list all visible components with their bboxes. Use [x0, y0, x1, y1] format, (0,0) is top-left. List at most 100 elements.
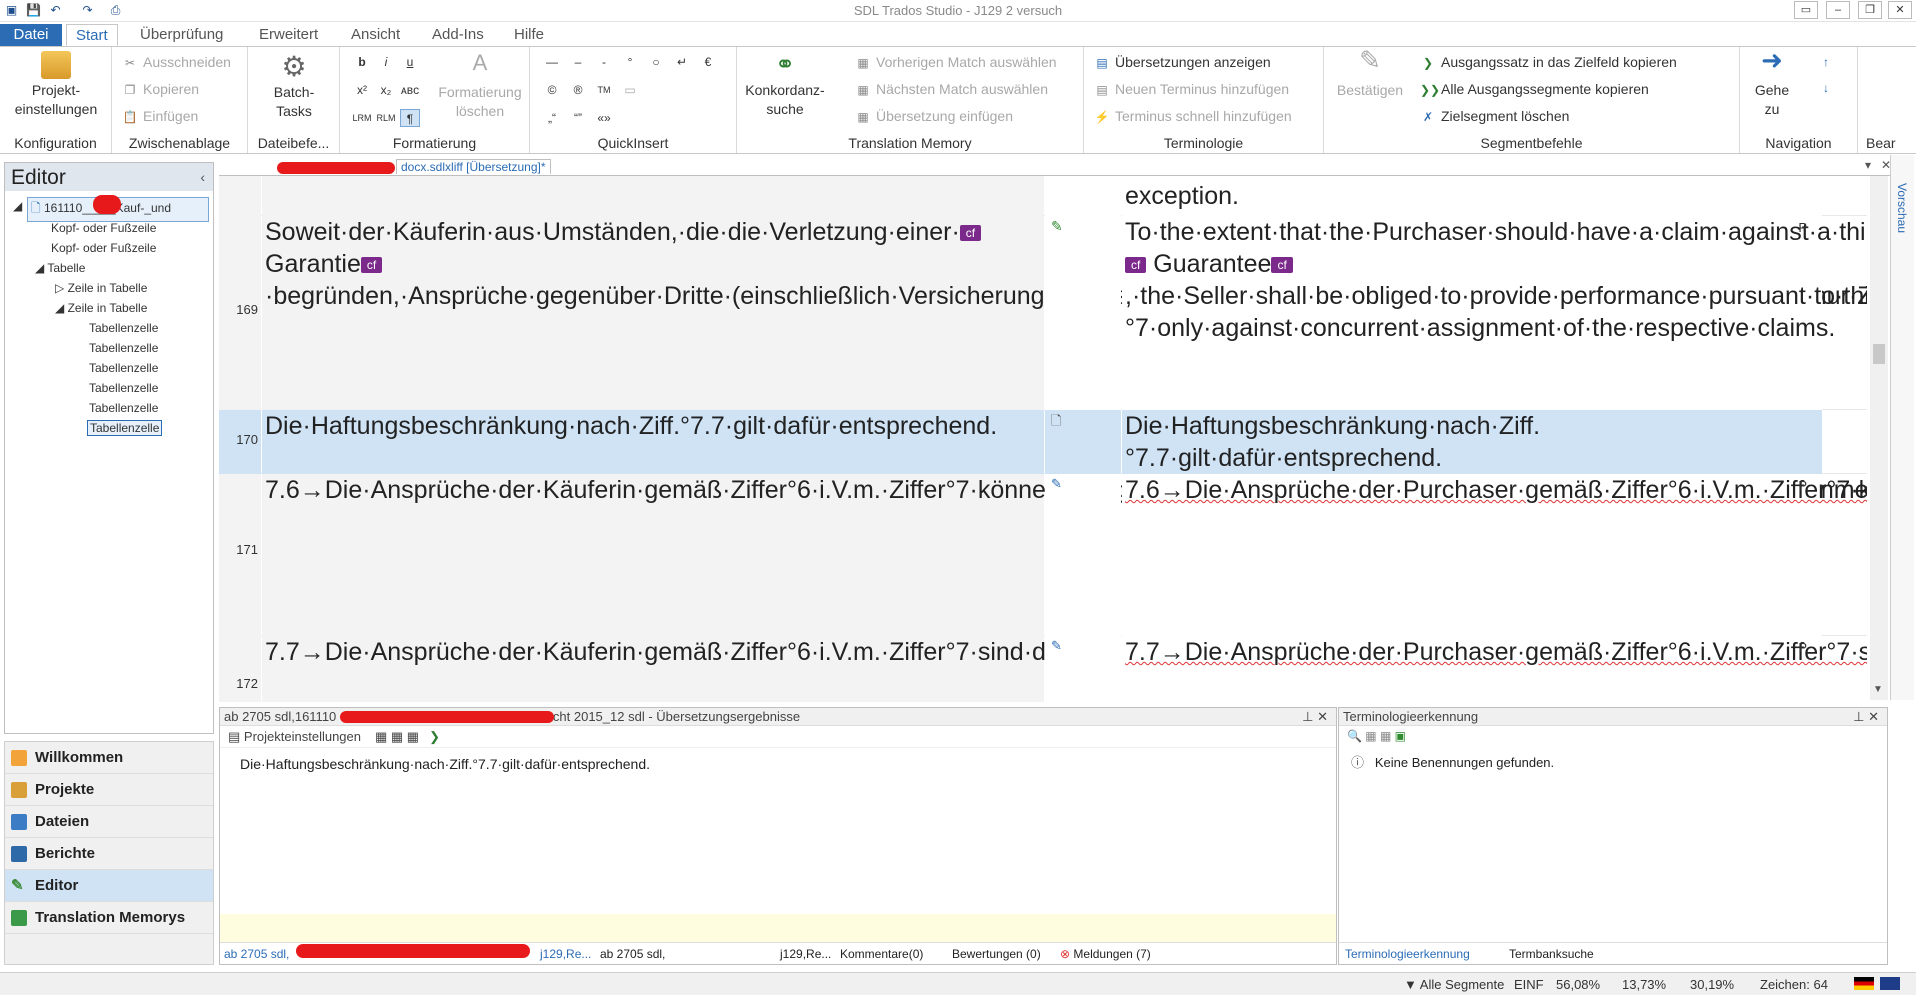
- next-segment-icon[interactable]: ↓: [1816, 79, 1836, 97]
- copy-all-button[interactable]: ❯❯Alle Ausgangssegmente kopieren: [1420, 79, 1649, 99]
- add-term-button[interactable]: ▤ Neuen Terminus hinzufügen: [1094, 79, 1289, 99]
- tree-node[interactable]: ◢ Zeile in Tabelle: [55, 301, 147, 315]
- ltr-icon[interactable]: LRM: [352, 109, 372, 127]
- projekteinstellungen-link[interactable]: Projekteinstellungen: [244, 729, 361, 744]
- italic-icon[interactable]: i: [376, 53, 396, 71]
- registered-icon[interactable]: ®: [568, 81, 588, 99]
- formatting-marks-icon[interactable]: ¶: [400, 109, 420, 127]
- tree-node[interactable]: Kopf- oder Fußzeile: [51, 221, 156, 235]
- segment-row[interactable]: 169 Soweit·der·Käuferin·aus·Umständen,·d…: [219, 216, 1867, 410]
- tab-ueberpruefung[interactable]: Überprüfung: [131, 24, 232, 46]
- segment-row[interactable]: 172 7.7→Die·Ansprüche·der·Käuferin·gemäß…: [219, 636, 1867, 702]
- results-action-icons[interactable]: ▦ ▦ ▦: [375, 729, 419, 744]
- tag-open-cf[interactable]: cf: [1125, 257, 1147, 274]
- en-dash-icon[interactable]: –: [568, 53, 588, 71]
- hyphen-icon[interactable]: -: [594, 53, 614, 71]
- batch-tasks-button[interactable]: ⚙ Batch- Tasks: [258, 53, 330, 121]
- tab-erweitert[interactable]: Erweitert: [250, 24, 327, 46]
- scroll-down-icon[interactable]: ▼: [1873, 684, 1883, 695]
- insert-translation-button[interactable]: ▦ Übersetzung einfügen: [855, 106, 1013, 126]
- tag-close-cf[interactable]: cf: [1271, 257, 1293, 274]
- vertical-scrollbar[interactable]: ▼: [1870, 176, 1888, 700]
- subscript-icon[interactable]: x₂: [376, 81, 396, 99]
- tree-node[interactable]: Tabellenzelle: [89, 341, 158, 355]
- segment-target[interactable]: 7.6→Die·Ansprüche·der·Purchaser·gemäß·Zi…: [1122, 474, 1867, 636]
- term-tab-recognition[interactable]: Terminologieerkennung: [1345, 947, 1470, 961]
- tree-node[interactable]: ▷ Zeile in Tabelle: [55, 281, 147, 295]
- formatierung-loeschen-button[interactable]: A Formatierung löschen: [432, 52, 528, 121]
- confirm-button[interactable]: ✎ Bestätigen: [1330, 47, 1410, 100]
- quote-low-icon[interactable]: „“: [542, 109, 562, 127]
- filter-status[interactable]: ▼ Alle Segmente: [1404, 977, 1504, 992]
- bold-icon[interactable]: b: [352, 53, 372, 71]
- paste-button[interactable]: 📋 Einfügen: [122, 106, 199, 126]
- nav-dateien[interactable]: Dateien: [5, 806, 213, 838]
- segment-source[interactable]: 7.7→Die·Ansprüche·der·Käuferin·gemäß·Zif…: [262, 636, 1572, 702]
- segment-row-active[interactable]: 170 Die·Haftungsbeschränkung·nach·Ziff.°…: [219, 410, 1867, 474]
- tab-datei[interactable]: Datei: [0, 24, 62, 46]
- minimize-button[interactable]: –: [1826, 1, 1850, 19]
- return-icon[interactable]: ↵: [672, 53, 692, 71]
- tab-ansicht[interactable]: Ansicht: [342, 24, 409, 46]
- nav-berichte[interactable]: Berichte: [5, 838, 213, 870]
- term-search-icon[interactable]: 🔍 ▦ ▦: [1347, 729, 1391, 743]
- nav-projekte[interactable]: Projekte: [5, 774, 213, 806]
- results-tab[interactable]: j129,Re...: [540, 947, 591, 961]
- segment-target[interactable]: Die·Haftungsbeschränkung·nach·Ziff.°7.7·…: [1122, 410, 1822, 474]
- goto-button[interactable]: ➜ Gehe zu: [1744, 47, 1800, 119]
- nav-willkommen[interactable]: Willkommen: [5, 742, 213, 774]
- pin-close-icon[interactable]: ⊥ ✕: [1853, 709, 1879, 725]
- results-tab[interactable]: ab 2705 sdl,: [600, 947, 665, 961]
- segment-target[interactable]: 7.7→Die·Ansprüche·der·Purchaser·gemäß·Zi…: [1122, 636, 1867, 702]
- segment-source[interactable]: 7.6→Die·Ansprüche·der·Käuferin·gemäß·Zif…: [262, 474, 1867, 636]
- prev-segment-icon[interactable]: ↑: [1816, 53, 1836, 71]
- ratings-tab[interactable]: Bewertungen (0): [952, 947, 1041, 961]
- ribbon-toggle-button[interactable]: ▭: [1794, 1, 1818, 19]
- tag-close-cf[interactable]: cf: [360, 257, 383, 274]
- segment-row[interactable]: exception.: [219, 176, 1867, 216]
- circle-icon[interactable]: ○: [646, 53, 666, 71]
- collapse-icon[interactable]: ‹: [200, 169, 205, 185]
- comments-tab[interactable]: Kommentare(0): [840, 947, 923, 961]
- term-add-icon[interactable]: ▣: [1395, 729, 1406, 743]
- tree-node[interactable]: Tabellenzelle: [89, 361, 158, 375]
- maximize-button[interactable]: ❐: [1858, 1, 1882, 19]
- tree-node[interactable]: ◢ Tabelle: [35, 261, 85, 275]
- copy-button[interactable]: ❐ Kopieren: [122, 79, 199, 99]
- em-dash-icon[interactable]: —: [542, 53, 562, 71]
- projekteinstellungen-button[interactable]: Projekt- einstellungen: [4, 51, 108, 119]
- quick-slot-icon[interactable]: ▭: [620, 81, 640, 99]
- pin-close-icon[interactable]: ⊥ ✕: [1302, 709, 1328, 725]
- smallcaps-icon[interactable]: ᴀʙᴄ: [400, 81, 420, 99]
- tree-node[interactable]: Kopf- oder Fußzeile: [51, 241, 156, 255]
- trademark-icon[interactable]: TM: [594, 81, 614, 99]
- tree-node[interactable]: Tabellenzelle: [89, 321, 158, 335]
- nav-translation-memorys[interactable]: Translation Memorys: [5, 902, 213, 934]
- tag-open-cf[interactable]: cf: [959, 225, 982, 242]
- nav-editor[interactable]: ✎ Editor: [5, 870, 213, 902]
- tree-expander-icon[interactable]: ◢: [13, 199, 22, 213]
- tab-hilfe[interactable]: Hilfe: [505, 24, 553, 46]
- tree-node-selected[interactable]: Tabellenzelle: [87, 420, 163, 436]
- nbsp-icon[interactable]: °: [620, 53, 640, 71]
- apply-icon[interactable]: ❯: [429, 729, 440, 744]
- clear-target-button[interactable]: ✗ Zielsegment löschen: [1420, 106, 1569, 126]
- segment-row[interactable]: 171 7.6→Die·Ansprüche·der·Käuferin·gemäß…: [219, 474, 1867, 636]
- underline-icon[interactable]: u: [400, 53, 420, 71]
- show-translations-button[interactable]: ▤ Übersetzungen anzeigen: [1094, 52, 1270, 72]
- tab-addins[interactable]: Add-Ins: [423, 24, 493, 46]
- next-match-button[interactable]: ▦ Nächsten Match auswählen: [855, 79, 1048, 99]
- scrollbar-thumb[interactable]: [1873, 344, 1885, 364]
- tree-node[interactable]: Tabellenzelle: [89, 381, 158, 395]
- segment-source[interactable]: [262, 176, 1044, 216]
- close-button[interactable]: ✕: [1888, 1, 1912, 19]
- vorschau-side-tab[interactable]: Vorschau: [1890, 155, 1914, 700]
- tree-node[interactable]: Tabellenzelle: [89, 401, 158, 415]
- copyright-icon[interactable]: ©: [542, 81, 562, 99]
- segment-source[interactable]: Soweit·der·Käuferin·aus·Umständen,·die·d…: [262, 216, 1867, 410]
- copy-source-button[interactable]: ❯ Ausgangssatz in das Zielfeld kopieren: [1420, 52, 1677, 72]
- term-tab-search[interactable]: Termbanksuche: [1509, 947, 1594, 961]
- konkordanzsuche-button[interactable]: ⚭ Konkordanz- suche: [745, 51, 825, 119]
- rtl-icon[interactable]: RLM: [376, 109, 396, 127]
- tab-start[interactable]: Start: [66, 24, 118, 46]
